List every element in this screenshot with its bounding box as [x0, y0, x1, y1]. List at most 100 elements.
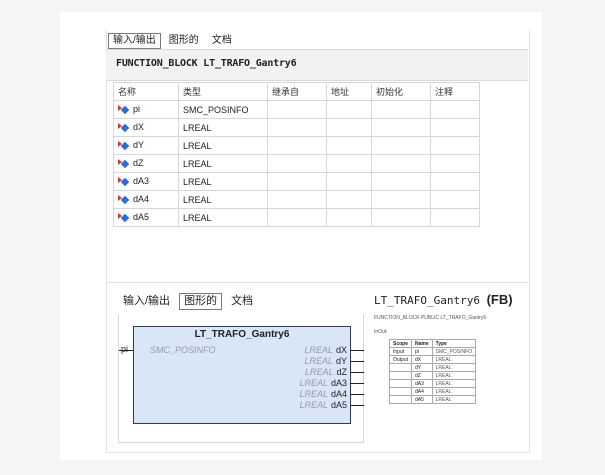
- output-variable-icon: [118, 212, 130, 223]
- output-pin: LREAL dX: [304, 345, 347, 355]
- tab-inputs-outputs[interactable]: 输入/输出: [118, 293, 175, 310]
- table-row: Input pi SMC_POSINFO: [388, 347, 477, 356]
- section-divider: [106, 282, 528, 283]
- var-type-cell[interactable]: LREAL: [178, 154, 268, 173]
- var-type-cell[interactable]: SMC_POSINFO: [178, 100, 268, 119]
- var-init-cell[interactable]: [371, 100, 431, 119]
- var-name-cell[interactable]: pi: [113, 100, 179, 119]
- output-variable-icon: [118, 140, 130, 151]
- column-header-address[interactable]: 地址: [326, 82, 372, 101]
- tab-graphical[interactable]: 图形的: [179, 293, 223, 310]
- function-block-declaration: FUNCTION_BLOCK LT_TRAFO_Gantry6: [116, 58, 297, 69]
- var-init-cell[interactable]: [371, 154, 431, 173]
- var-init-cell[interactable]: [371, 118, 431, 137]
- var-address-cell[interactable]: [326, 190, 372, 209]
- doc-title: LT_TRAFO_Gantry6 (FB): [374, 292, 513, 307]
- var-name-cell[interactable]: dA3: [113, 172, 179, 191]
- var-comment-cell[interactable]: [430, 154, 480, 173]
- output-pin: LREAL dZ: [304, 367, 347, 377]
- function-block-graphic[interactable]: LT_TRAFO_Gantry6 SMC_POSINFO LREAL dX LRE…: [133, 326, 351, 424]
- table-row: dY LREAL: [388, 363, 477, 372]
- var-comment-cell[interactable]: [430, 172, 480, 191]
- column-header-inherited[interactable]: 继承自: [267, 82, 327, 101]
- var-address-cell[interactable]: [326, 172, 372, 191]
- var-init-cell[interactable]: [371, 208, 431, 227]
- table-row: Output dX LREAL: [388, 355, 477, 364]
- table-row[interactable]: dZ LREAL: [113, 154, 480, 173]
- output-pin-line: [350, 372, 364, 373]
- var-inherited-cell[interactable]: [267, 136, 327, 155]
- var-inherited-cell[interactable]: [267, 190, 327, 209]
- var-name-cell[interactable]: dX: [113, 118, 179, 137]
- tab-inputs-outputs[interactable]: 输入/输出: [108, 33, 161, 49]
- output-variable-icon: [118, 158, 130, 169]
- output-pin-line: [350, 394, 364, 395]
- var-comment-cell[interactable]: [430, 136, 480, 155]
- var-inherited-cell[interactable]: [267, 172, 327, 191]
- output-pin-line: [350, 361, 364, 362]
- var-address-cell[interactable]: [326, 154, 372, 173]
- var-inherited-cell[interactable]: [267, 208, 327, 227]
- doc-col-name: Name: [411, 339, 433, 348]
- var-comment-cell[interactable]: [430, 208, 480, 227]
- var-inherited-cell[interactable]: [267, 118, 327, 137]
- table-row[interactable]: dA5 LREAL: [113, 208, 480, 227]
- var-address-cell[interactable]: [326, 100, 372, 119]
- function-block-title: LT_TRAFO_Gantry6: [194, 329, 290, 340]
- table-row[interactable]: dA4 LREAL: [113, 190, 480, 209]
- doc-inout-table: Scope Name Type Input pi SMC_POSINFO Outpu…: [388, 339, 477, 404]
- var-name-cell[interactable]: dZ: [113, 154, 179, 173]
- var-inherited-cell[interactable]: [267, 100, 327, 119]
- var-address-cell[interactable]: [326, 208, 372, 227]
- output-pin-line: [350, 350, 364, 351]
- doc-section-label: InOut:: [374, 329, 388, 335]
- doc-title-name: LT_TRAFO_Gantry6: [374, 294, 480, 307]
- table-header-row: Scope Name Type: [388, 339, 477, 348]
- var-init-cell[interactable]: [371, 190, 431, 209]
- var-name: dY: [133, 140, 145, 151]
- column-header-comment[interactable]: 注释: [430, 82, 480, 101]
- bottom-tab-bar: 输入/输出 图形的 文档: [118, 293, 258, 310]
- var-name-cell[interactable]: dA5: [113, 208, 179, 227]
- var-comment-cell[interactable]: [430, 118, 480, 137]
- var-comment-cell[interactable]: [430, 190, 480, 209]
- var-init-cell[interactable]: [371, 172, 431, 191]
- table-row[interactable]: dY LREAL: [113, 136, 480, 155]
- var-name: dA3: [133, 176, 150, 187]
- output-variable-icon: [118, 194, 130, 205]
- column-header-type[interactable]: 类型: [178, 82, 268, 101]
- column-header-name[interactable]: 名称: [113, 82, 179, 101]
- var-init-cell[interactable]: [371, 136, 431, 155]
- var-name-cell[interactable]: dY: [113, 136, 179, 155]
- variable-table: 名称 类型 继承自 地址 初始化 注释 pi SMC_POSINFO dX LR…: [113, 82, 480, 227]
- var-comment-cell[interactable]: [430, 100, 480, 119]
- doc-declaration: FUNCTION_BLOCK PUBLIC LT_TRAFO_Gantry6: [374, 315, 487, 321]
- var-name-cell[interactable]: dA4: [113, 190, 179, 209]
- input-pin-label: pi: [121, 344, 128, 355]
- var-name: pi: [133, 104, 141, 115]
- table-row[interactable]: dA3 LREAL: [113, 172, 480, 191]
- var-address-cell[interactable]: [326, 118, 372, 137]
- top-tab-bar: 输入/输出 图形的 文档: [108, 33, 237, 49]
- var-type-cell[interactable]: LREAL: [178, 190, 268, 209]
- var-name: dZ: [133, 158, 144, 169]
- output-pin: LREAL dA5: [299, 400, 347, 410]
- tab-documentation[interactable]: 文档: [207, 33, 237, 49]
- var-type-cell[interactable]: LREAL: [178, 118, 268, 137]
- table-row: dZ LREAL: [388, 371, 477, 380]
- table-row[interactable]: pi SMC_POSINFO: [113, 100, 480, 119]
- var-type-cell[interactable]: LREAL: [178, 136, 268, 155]
- var-type-cell[interactable]: LREAL: [178, 172, 268, 191]
- var-inherited-cell[interactable]: [267, 154, 327, 173]
- table-row[interactable]: dX LREAL: [113, 118, 480, 137]
- var-address-cell[interactable]: [326, 136, 372, 155]
- var-name: dA4: [133, 194, 150, 205]
- table-row: dA3 LREAL: [388, 379, 477, 388]
- table-row: dA4 LREAL: [388, 387, 477, 396]
- column-header-initial[interactable]: 初始化: [371, 82, 431, 101]
- tab-graphical[interactable]: 图形的: [164, 33, 204, 49]
- tab-documentation[interactable]: 文档: [226, 293, 258, 310]
- var-type-cell[interactable]: LREAL: [178, 208, 268, 227]
- output-pin-line: [350, 405, 364, 406]
- input-variable-icon: [118, 104, 130, 115]
